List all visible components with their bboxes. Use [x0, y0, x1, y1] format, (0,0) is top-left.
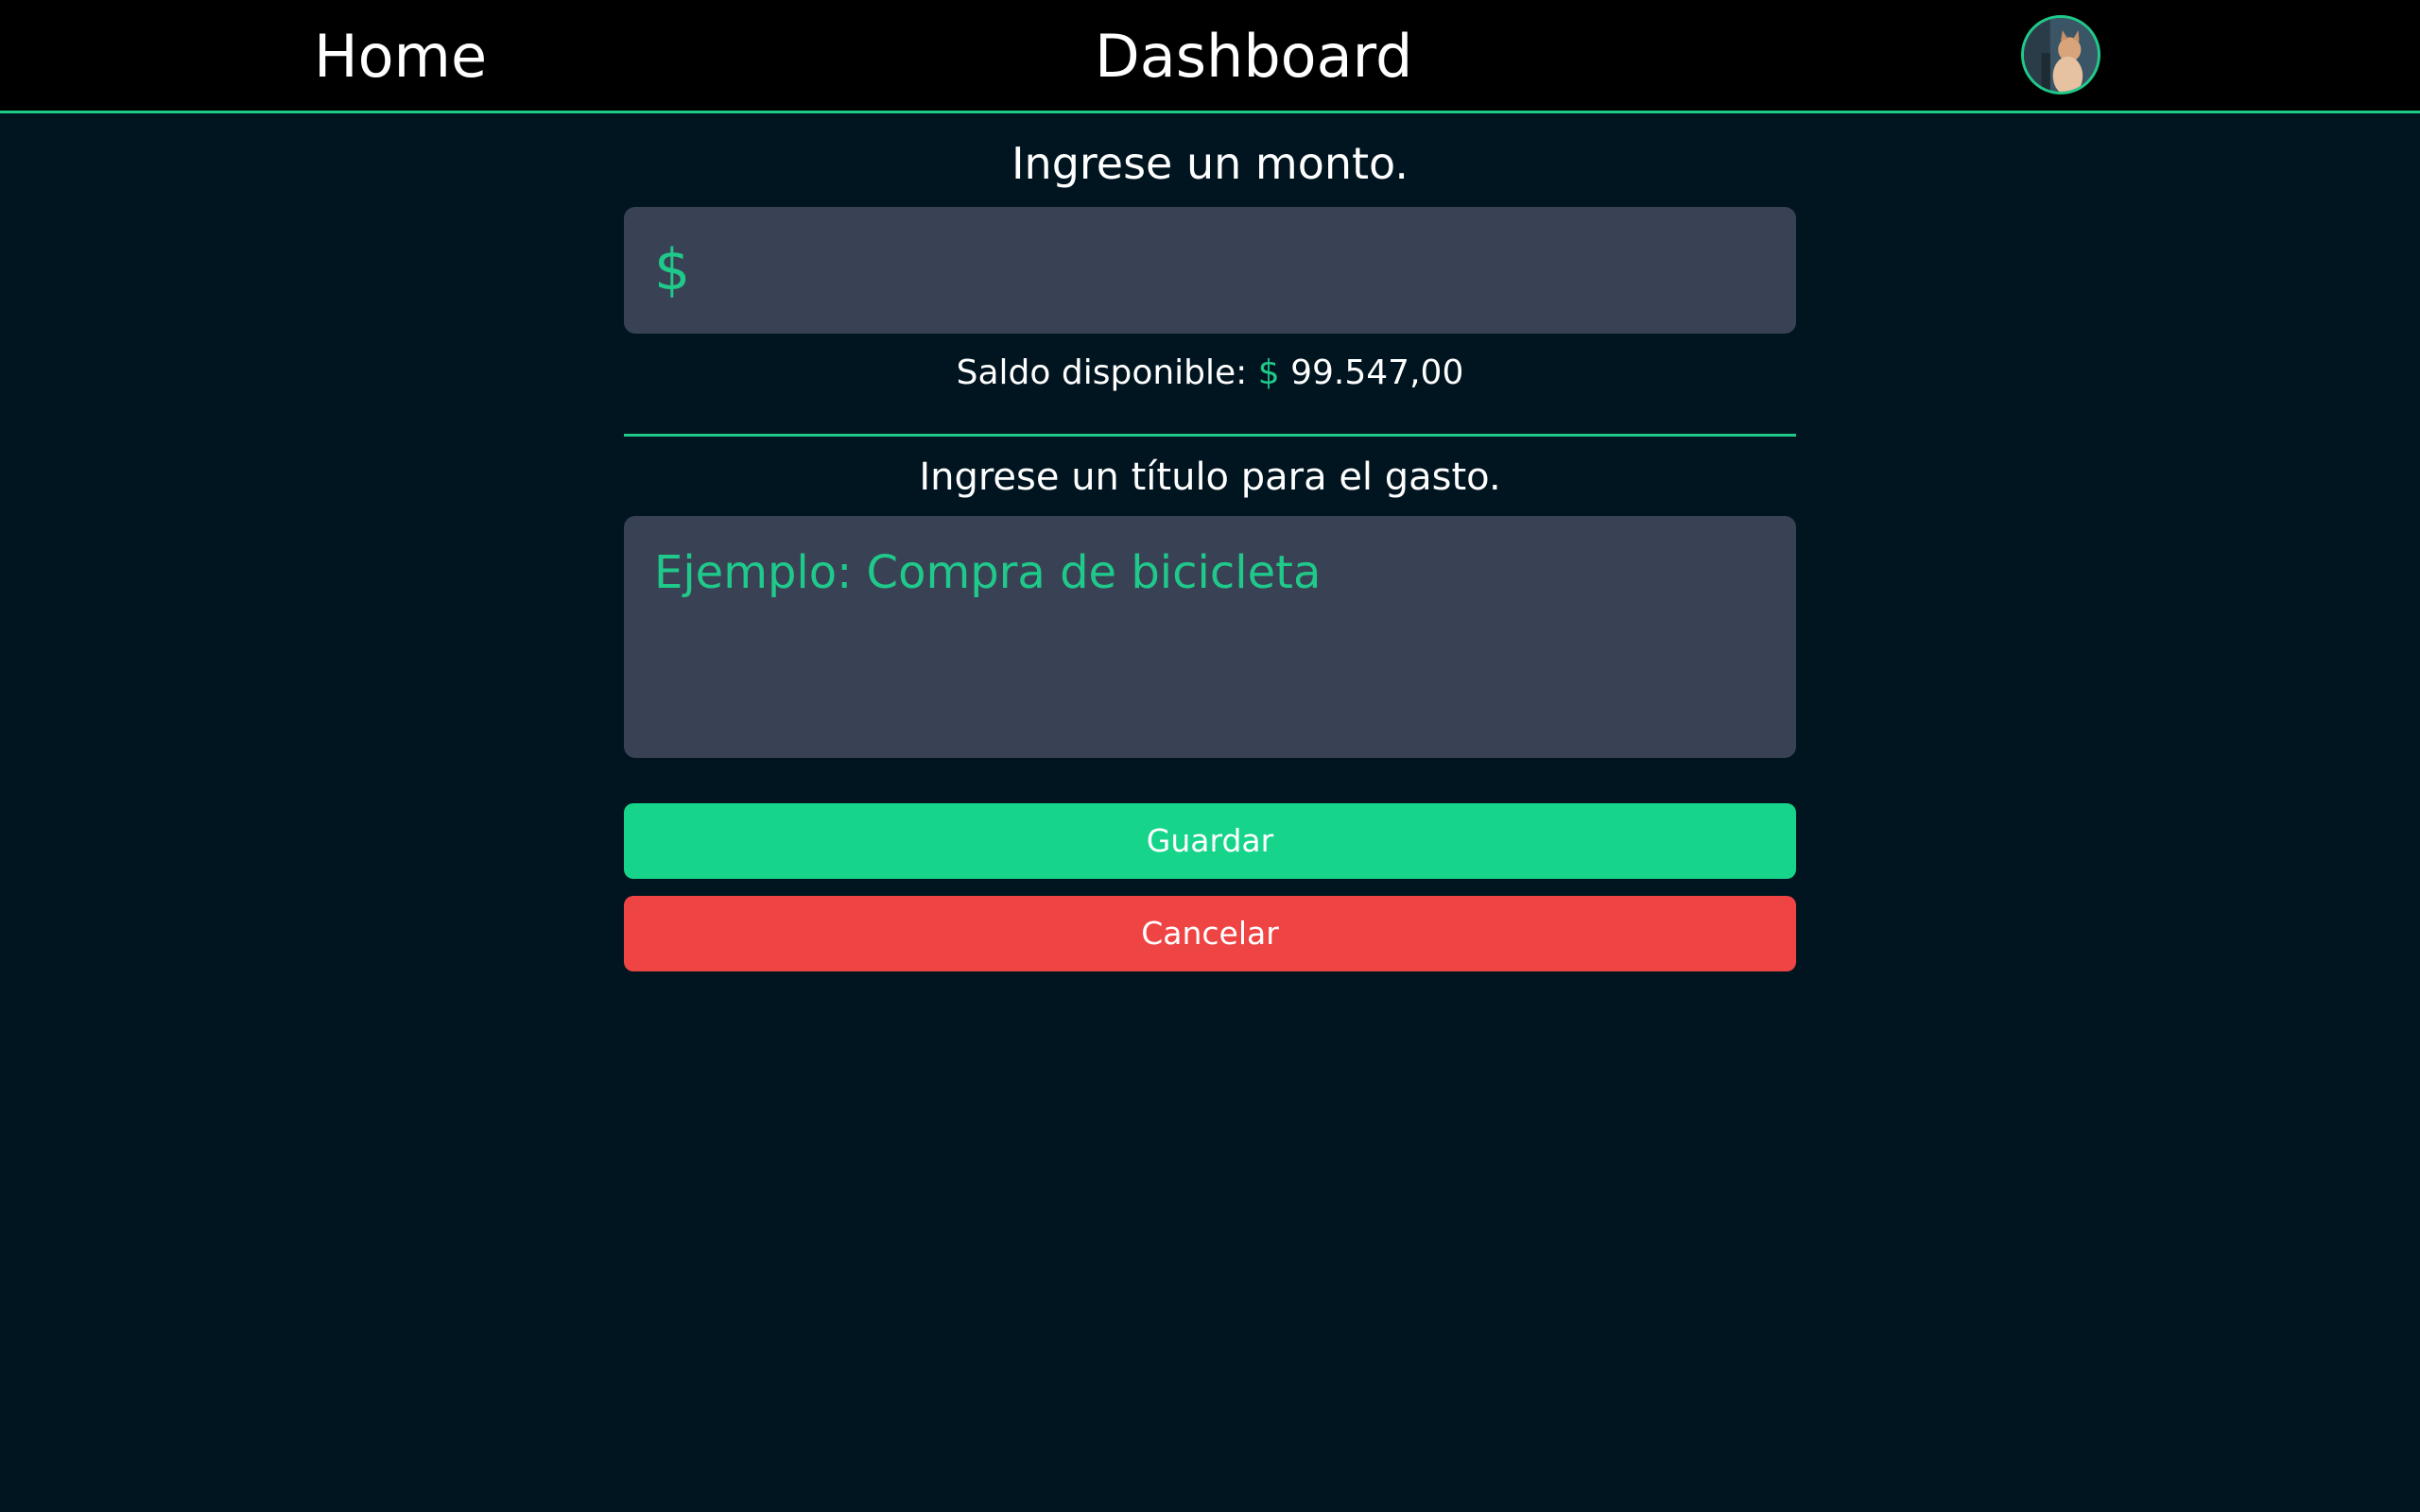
balance-label: Saldo disponible:: [956, 353, 1248, 392]
balance-currency: $: [1257, 353, 1280, 392]
save-button[interactable]: Guardar: [624, 803, 1796, 879]
available-balance: Saldo disponible: $ 99.547,00: [624, 351, 1796, 396]
amount-label: Ingrese un monto.: [1011, 138, 1409, 189]
avatar-photo-icon: [2024, 18, 2098, 92]
amount-field[interactable]: $: [624, 207, 1796, 335]
navbar: Home Dashboard: [0, 0, 2420, 113]
balance-value: 99.547,00: [1290, 353, 1464, 392]
cancel-button[interactable]: Cancelar: [624, 896, 1796, 971]
section-divider: [624, 434, 1796, 437]
user-avatar[interactable]: [2021, 15, 2100, 94]
dollar-icon: $: [654, 237, 691, 303]
expense-form: Ingrese un monto. $ Saldo disponible: $ …: [624, 116, 1796, 971]
expense-title-input[interactable]: [624, 516, 1796, 758]
title-label: Ingrese un título para el gasto.: [919, 455, 1501, 499]
amount-input[interactable]: [718, 207, 1772, 335]
nav-dashboard-link[interactable]: Dashboard: [1095, 0, 1412, 113]
nav-home-link[interactable]: Home: [314, 0, 487, 113]
